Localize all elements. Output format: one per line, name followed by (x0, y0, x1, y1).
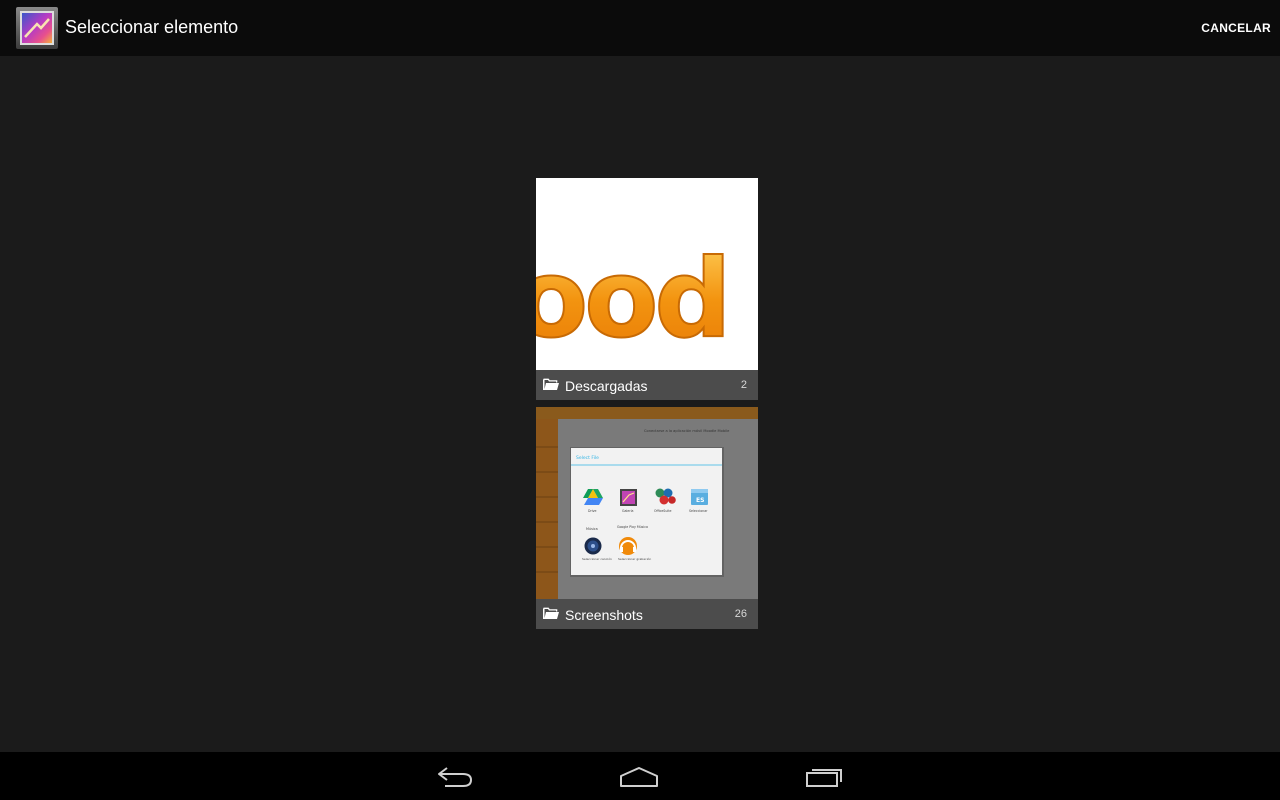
system-nav-bar (0, 752, 1280, 800)
page-title: Seleccionar elemento (65, 17, 239, 37)
album-info-bar: Screenshots 26 (536, 599, 758, 629)
folder-icon (543, 607, 559, 619)
gallery-icon[interactable] (15, 6, 59, 50)
album-grid: ood Descargadas 2 Conectarse a la aplica… (0, 56, 1280, 752)
action-bar: Seleccionar elemento CANCELAR (0, 0, 1280, 56)
app-label: Seleccionar canción (582, 557, 612, 561)
app-top-label: Google Play Música (617, 525, 648, 529)
back-icon[interactable] (435, 764, 475, 788)
app-label: Drive (588, 509, 597, 513)
album-count: 26 (734, 608, 747, 620)
gallery-icon (620, 489, 637, 506)
folder-icon (543, 378, 559, 390)
thumbnail-word: ood (536, 237, 728, 362)
album-info-bar: Descargadas 2 (536, 370, 758, 400)
cancel-button[interactable]: CANCELAR (1201, 21, 1271, 35)
app-top-label: Música (586, 527, 598, 531)
play-music-icon (619, 537, 637, 555)
app-label: OfficeSuite (654, 509, 671, 513)
album-name: Descargadas (565, 378, 648, 394)
app-label: Galería (622, 509, 633, 513)
thumbnail-top-text: Conectarse a la aplicación móvil Moodle … (644, 429, 730, 433)
album-descargadas[interactable]: ood Descargadas 2 (536, 178, 758, 400)
album-screenshots[interactable]: Conectarse a la aplicación móvil Moodle … (536, 407, 758, 629)
es-file-explorer-icon: ES (691, 489, 708, 505)
svg-text:ES: ES (696, 497, 704, 504)
album-thumbnail: ood (536, 178, 758, 370)
home-icon[interactable] (619, 764, 659, 788)
album-thumbnail: Conectarse a la aplicación móvil Moodle … (536, 407, 758, 599)
recent-apps-icon[interactable] (804, 764, 844, 788)
album-name: Screenshots (565, 607, 643, 623)
music-icon (584, 537, 602, 555)
app-label: Seleccionar grabación (618, 557, 651, 561)
album-count: 2 (740, 379, 747, 391)
dialog-title: Select File (576, 455, 599, 461)
app-label: Seleccionar (689, 509, 708, 513)
